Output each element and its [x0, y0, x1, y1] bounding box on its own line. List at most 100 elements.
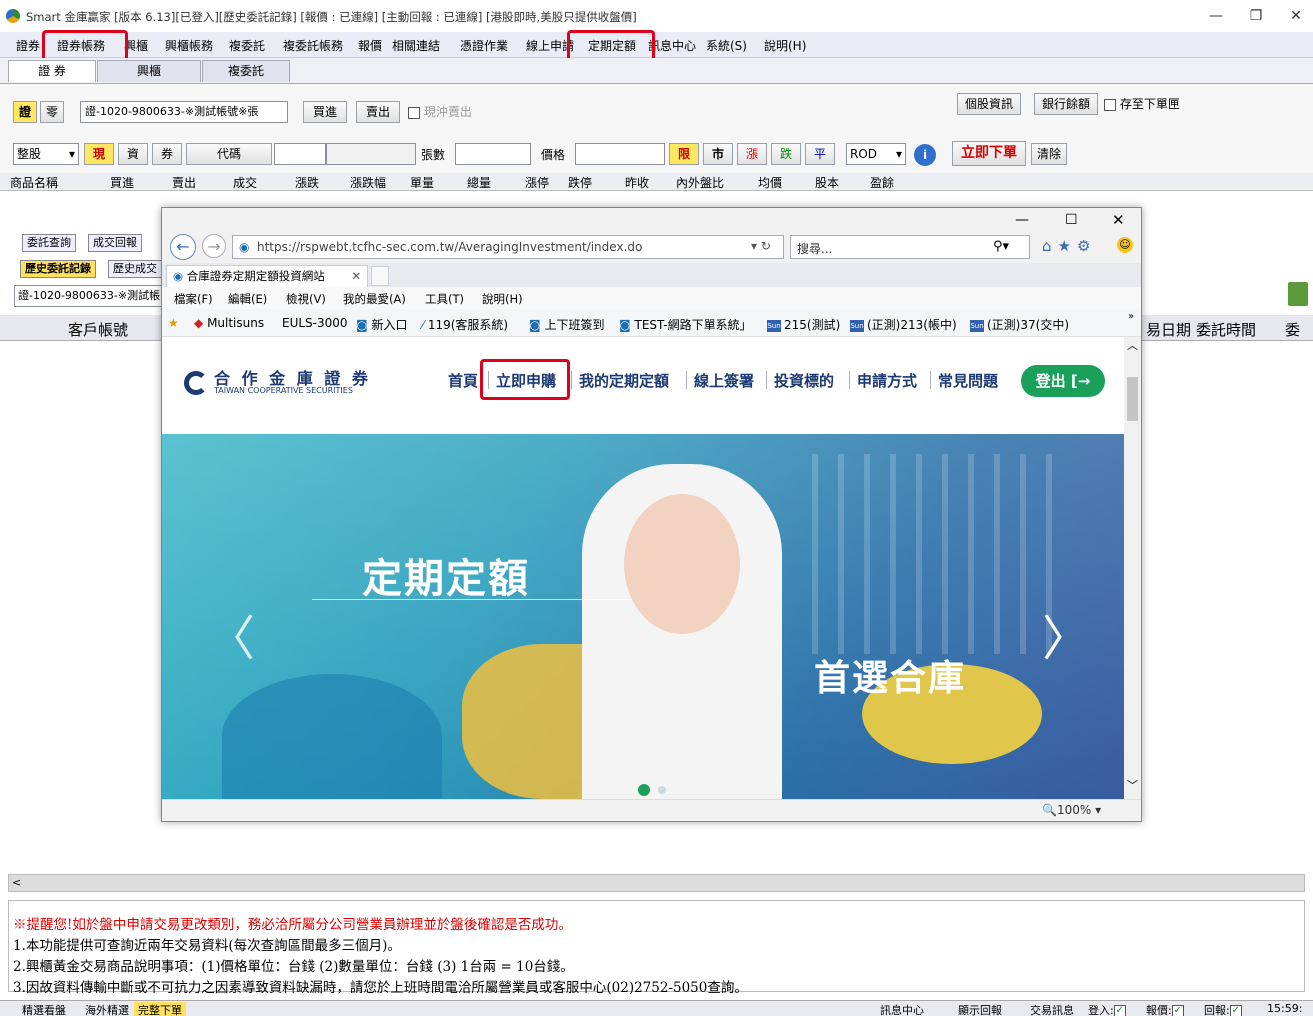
- limit-down-button[interactable]: 跌: [771, 143, 801, 165]
- fav-multisuns[interactable]: Multisuns: [207, 316, 264, 330]
- browser-search[interactable]: 搜尋... ⚲▾: [790, 235, 1030, 259]
- status-full-order[interactable]: 完整下單: [134, 1002, 186, 1016]
- save-order-checkbox[interactable]: [1104, 98, 1116, 111]
- browser-tab[interactable]: ◉ 合庫證券定期定額投資網站 ✕: [166, 265, 368, 287]
- bmenu-help[interactable]: 說明(H): [482, 291, 523, 307]
- tab-fill-report[interactable]: 成交回報: [88, 234, 142, 252]
- nav-targets[interactable]: 投資標的: [774, 370, 834, 391]
- menu-system[interactable]: 系統(S): [706, 37, 747, 54]
- search-placeholder[interactable]: 搜尋...: [797, 240, 832, 257]
- submit-order-button[interactable]: 立即下單: [952, 141, 1026, 166]
- address-bar[interactable]: ◉ https://rspwebt.tcfhc-sec.com.tw/Avera…: [232, 235, 784, 259]
- menu-help[interactable]: 說明(H): [764, 37, 806, 54]
- logout-button[interactable]: 登出 [→: [1021, 365, 1105, 397]
- refresh-icon[interactable]: ▾ ↻: [751, 239, 771, 253]
- nav-faq[interactable]: 常見問題: [938, 370, 998, 391]
- menu-subbrokerage[interactable]: 複委託: [229, 37, 265, 54]
- menu-message-center[interactable]: 訊息中心: [648, 37, 696, 54]
- status-overseas[interactable]: 海外精選: [85, 1002, 129, 1016]
- nav-home[interactable]: 首頁: [448, 370, 478, 391]
- favbar-more-icon[interactable]: »: [1128, 311, 1134, 322]
- menu-emerging-account[interactable]: 興櫃帳務: [165, 37, 213, 54]
- horizontal-scrollbar[interactable]: <: [8, 874, 1305, 892]
- tab-securities[interactable]: 證 券: [8, 60, 96, 82]
- nav-how-to-apply[interactable]: 申請方式: [857, 370, 917, 391]
- short-button[interactable]: 券: [152, 143, 182, 165]
- fav-37[interactable]: (正測)37(交中): [987, 318, 1069, 332]
- new-tab-icon[interactable]: [371, 266, 389, 286]
- nav-online-sign[interactable]: 線上簽署: [694, 370, 754, 391]
- tab-order-query[interactable]: 委託查詢: [22, 234, 76, 252]
- minimize-icon[interactable]: —: [1196, 4, 1236, 28]
- back-icon[interactable]: ←: [170, 234, 196, 260]
- bank-balance-button[interactable]: 銀行餘額: [1034, 93, 1098, 115]
- menu-quote[interactable]: 報價: [358, 37, 382, 54]
- browser-close-icon[interactable]: ✕: [1112, 211, 1125, 229]
- url-text[interactable]: https://rspwebt.tcfhc-sec.com.tw/Averagi…: [257, 240, 642, 254]
- fav-euls[interactable]: EULS-3000: [282, 316, 348, 330]
- menu-certificate[interactable]: 憑證作業: [460, 37, 508, 54]
- home-star-gear-icons[interactable]: ⌂★⚙: [1042, 237, 1096, 255]
- bmenu-view[interactable]: 檢視(V): [286, 291, 326, 307]
- export-icon[interactable]: [1288, 282, 1308, 306]
- bmenu-edit[interactable]: 編輯(E): [228, 291, 267, 307]
- limit-up-button[interactable]: 漲: [737, 143, 767, 165]
- browser-minimize-icon[interactable]: —: [1015, 212, 1029, 228]
- carousel-dot-active[interactable]: [638, 784, 650, 796]
- shares-input[interactable]: [455, 143, 531, 165]
- history-account-select[interactable]: 證-1020-9800633-※測試帳: [14, 285, 164, 307]
- status-message-center[interactable]: 訊息中心: [880, 1002, 924, 1016]
- fav-checkin[interactable]: 上下班簽到: [544, 318, 604, 332]
- market-tag[interactable]: 證: [13, 101, 37, 123]
- carousel-dot[interactable]: [658, 786, 666, 794]
- market-button[interactable]: 市: [703, 143, 733, 165]
- browser-maximize-icon[interactable]: ☐: [1065, 212, 1078, 228]
- scroll-down-icon[interactable]: ﹀: [1127, 777, 1138, 793]
- tab-history-fills[interactable]: 歷史成交: [108, 260, 162, 278]
- forward-icon[interactable]: →: [202, 234, 226, 258]
- scroll-thumb[interactable]: [1127, 377, 1138, 421]
- buy-button[interactable]: 買進: [303, 101, 347, 123]
- account-select[interactable]: 證-1020-9800633-※測試帳號※張: [85, 105, 258, 118]
- tab-subbrokerage[interactable]: 複委託: [202, 60, 290, 82]
- code-button[interactable]: 代碼: [186, 143, 272, 165]
- sell-button[interactable]: 賣出: [356, 101, 400, 123]
- bmenu-file[interactable]: 檔案(F): [174, 291, 213, 307]
- menu-subbrokerage-account[interactable]: 複委託帳務: [283, 37, 343, 54]
- odd-lot-tag[interactable]: 零: [40, 101, 64, 123]
- nav-my-plans[interactable]: 我的定期定額: [579, 370, 669, 391]
- price-input[interactable]: [575, 143, 665, 165]
- status-show-report[interactable]: 顯示回報: [958, 1002, 1002, 1016]
- status-featured[interactable]: 精選看盤: [22, 1002, 66, 1016]
- bmenu-favorites[interactable]: 我的最愛(A): [343, 291, 406, 307]
- fav-new-portal[interactable]: 新入口: [371, 318, 407, 332]
- flat-price-button[interactable]: 平: [805, 143, 835, 165]
- tab-emerging[interactable]: 興櫃: [97, 60, 201, 82]
- clear-button[interactable]: 清除: [1031, 143, 1067, 165]
- lot-type-select[interactable]: 整股: [17, 147, 41, 161]
- menu-securities[interactable]: 證券: [16, 37, 40, 54]
- tab-history-orders[interactable]: 歷史委託記錄: [20, 260, 96, 278]
- favorites-star-icon[interactable]: ★: [168, 316, 179, 330]
- offset-checkbox[interactable]: [408, 106, 420, 119]
- info-icon[interactable]: i: [914, 144, 936, 166]
- smiley-icon[interactable]: ☺: [1117, 237, 1133, 253]
- tab-close-icon[interactable]: ✕: [351, 266, 361, 286]
- fav-test-order[interactable]: TEST-網路下單系統」: [634, 318, 751, 332]
- code-input[interactable]: [274, 143, 326, 165]
- fav-119[interactable]: 119(客服系統): [428, 318, 508, 332]
- close-icon[interactable]: ✕: [1276, 4, 1313, 28]
- margin-button[interactable]: 資: [118, 143, 148, 165]
- search-icon[interactable]: ⚲▾: [993, 239, 1009, 254]
- limit-button[interactable]: 限: [669, 143, 699, 165]
- menu-links[interactable]: 相關連結: [392, 37, 440, 54]
- fav-215[interactable]: 215(測試): [784, 318, 840, 332]
- carousel-prev-icon[interactable]: 〈: [207, 599, 255, 669]
- tif-select[interactable]: ROD: [850, 147, 877, 161]
- stock-info-button[interactable]: 個股資訊: [957, 93, 1021, 115]
- scroll-left-icon[interactable]: <: [12, 876, 21, 889]
- carousel-next-icon[interactable]: 〉: [1042, 599, 1090, 669]
- bmenu-tools[interactable]: 工具(T): [425, 291, 464, 307]
- fav-213[interactable]: (正測)213(帳中): [867, 318, 957, 332]
- status-trade-msg[interactable]: 交易訊息: [1030, 1002, 1074, 1016]
